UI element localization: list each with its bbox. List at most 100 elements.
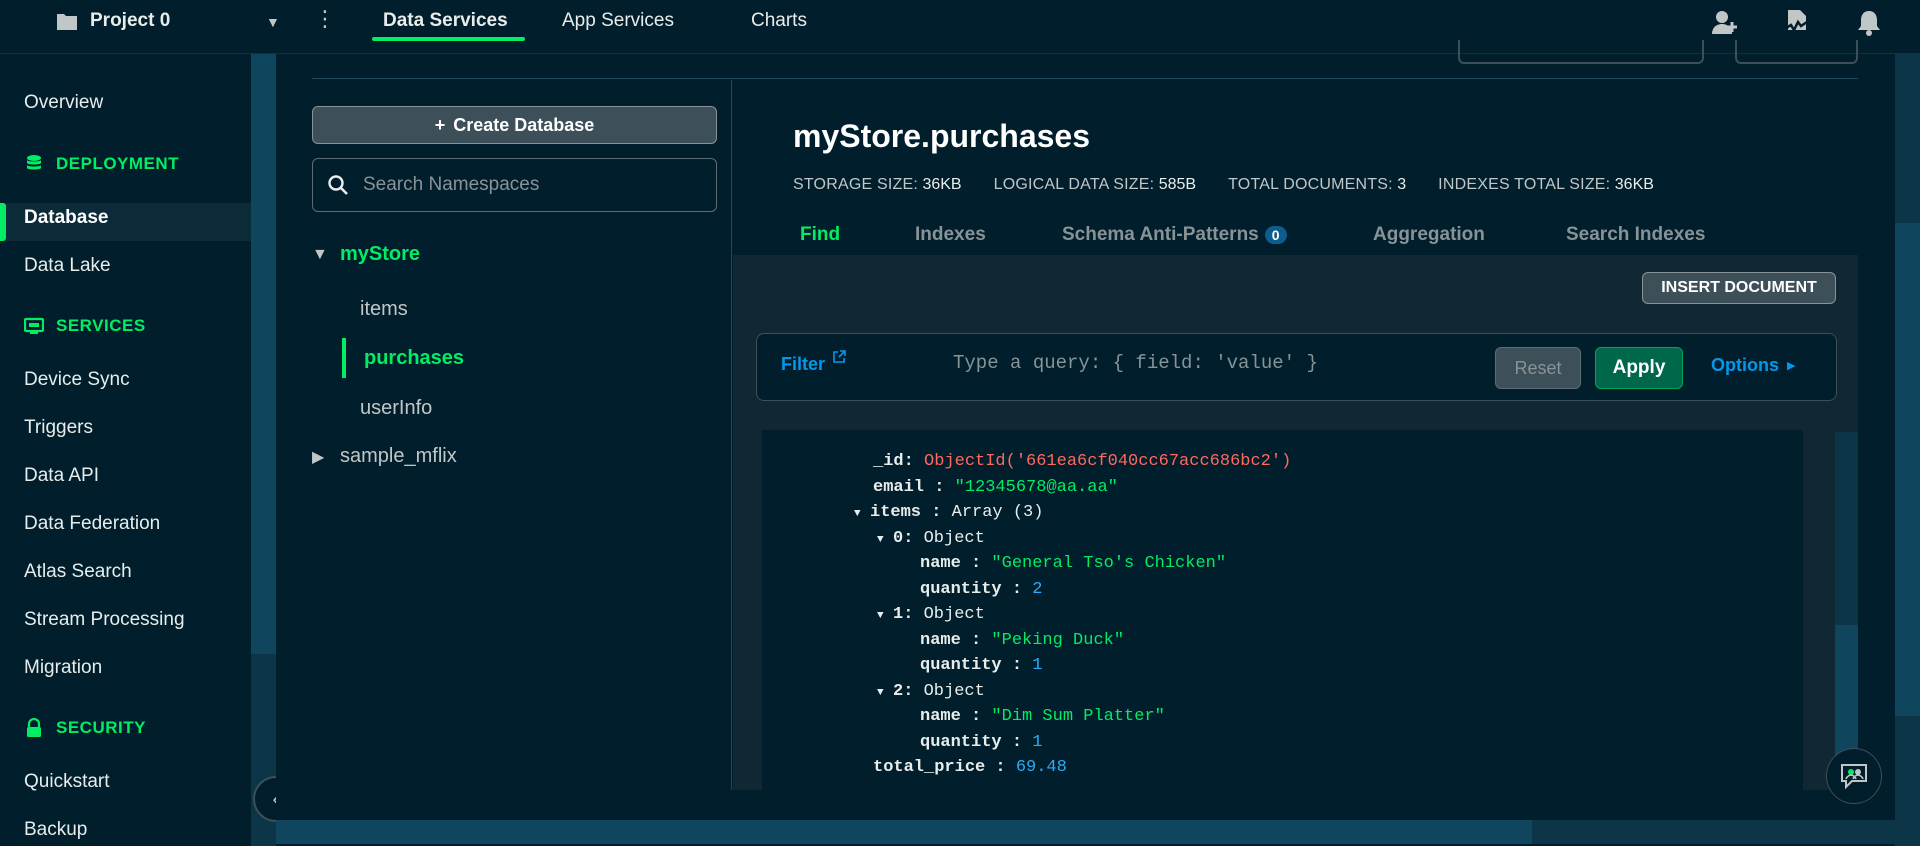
database-icon: [27, 155, 41, 170]
stat-logical: LOGICAL DATA SIZE: 585B: [993, 176, 1197, 193]
divider: [312, 78, 1858, 79]
stat-docs: TOTAL DOCUMENTS: 3: [1228, 176, 1407, 193]
tree-db-mystore[interactable]: ▼ myStore: [312, 243, 420, 266]
array-item-0[interactable]: ▼ 0: Object: [877, 529, 985, 548]
nav-data-api[interactable]: Data API: [24, 465, 99, 487]
plus-icon: +: [434, 114, 446, 135]
more-options-icon[interactable]: ⋮: [314, 8, 336, 30]
tab-indexes[interactable]: Indexes: [915, 224, 986, 246]
page-scrollbar-thumb[interactable]: [1895, 223, 1920, 716]
active-collection-indicator: [342, 338, 346, 378]
array-item-2[interactable]: ▼ 2: Object: [877, 682, 985, 701]
folder-icon: [57, 14, 77, 30]
cut-off-button[interactable]: [1735, 40, 1858, 64]
filter-query-input[interactable]: [953, 352, 1473, 374]
horizontal-scrollbar-thumb[interactable]: [276, 820, 1532, 844]
nav-stream-processing[interactable]: Stream Processing: [24, 609, 185, 631]
caret-down-icon: ▼: [312, 245, 328, 263]
field-name[interactable]: name : "Peking Duck": [920, 631, 1124, 650]
tab-app-services[interactable]: App Services: [562, 10, 674, 32]
cut-off-button[interactable]: [1458, 40, 1704, 64]
nav-quickstart[interactable]: Quickstart: [24, 771, 110, 793]
field-quantity[interactable]: quantity : 2: [920, 580, 1042, 599]
nav-overview[interactable]: Overview: [24, 92, 103, 114]
apply-button[interactable]: Apply: [1595, 347, 1683, 389]
nav-migration[interactable]: Migration: [24, 657, 102, 679]
tree-collection-purchases[interactable]: purchases: [364, 347, 464, 370]
monitor-icon: [24, 317, 44, 334]
services-header: SERVICES: [56, 316, 146, 335]
field-name[interactable]: name : "Dim Sum Platter": [920, 707, 1165, 726]
search-namespaces-input[interactable]: [363, 174, 703, 196]
filter-link[interactable]: Filter: [781, 354, 825, 375]
db-name: sample_mflix: [340, 445, 457, 467]
left-navigation: Overview DEPLOYMENT Database Data Lake S…: [0, 54, 251, 846]
options-button[interactable]: Options ▶: [1711, 355, 1795, 376]
options-label: Options: [1711, 355, 1779, 375]
tab-charts[interactable]: Charts: [751, 10, 807, 32]
tab-find[interactable]: Find: [800, 224, 840, 246]
field-quantity[interactable]: quantity : 1: [920, 656, 1042, 675]
activity-icon[interactable]: [1782, 8, 1812, 38]
tab-data-services[interactable]: Data Services: [383, 10, 508, 32]
deployment-header: DEPLOYMENT: [56, 154, 180, 173]
collection-stats: STORAGE SIZE: 36KB LOGICAL DATA SIZE: 58…: [793, 176, 1654, 194]
tab-schema-label: Schema Anti-Patterns: [1062, 224, 1259, 245]
bell-icon[interactable]: [1854, 8, 1884, 38]
caret-down-icon[interactable]: ▼: [877, 534, 893, 546]
active-tab-indicator: [372, 37, 525, 41]
array-item-1[interactable]: ▼ 1: Object: [877, 605, 985, 624]
nav-section-security: SECURITY: [24, 718, 146, 738]
field-total-price[interactable]: total_price : 69.48: [873, 758, 1067, 777]
external-link-icon[interactable]: [832, 350, 846, 364]
field-email[interactable]: email : "12345678@aa.aa": [873, 478, 1118, 497]
create-database-button[interactable]: + Create Database: [312, 106, 717, 144]
insert-document-button[interactable]: INSERT DOCUMENT: [1642, 272, 1836, 304]
filter-bar: Filter Reset Apply Options ▶: [756, 333, 1837, 401]
collection-title: myStore.purchases: [793, 118, 1091, 154]
schema-count-badge: 0: [1264, 226, 1287, 244]
lock-icon: [27, 718, 41, 737]
tree-collection-items[interactable]: items: [360, 298, 408, 321]
project-selector[interactable]: Project 0: [56, 10, 170, 32]
tree-db-sample-mflix[interactable]: ▶ sample_mflix: [312, 445, 457, 468]
field-items[interactable]: ▼ items : Array (3): [854, 503, 1043, 522]
stat-storage: STORAGE SIZE: 36KB: [793, 176, 962, 193]
caret-right-icon: ▶: [1787, 360, 1796, 372]
tab-search-indexes[interactable]: Search Indexes: [1566, 224, 1705, 246]
chat-support-button[interactable]: [1826, 748, 1882, 804]
search-namespaces-field[interactable]: [312, 158, 717, 212]
nav-device-sync[interactable]: Device Sync: [24, 369, 130, 391]
field-quantity[interactable]: quantity : 1: [920, 733, 1042, 752]
reset-button[interactable]: Reset: [1495, 347, 1581, 389]
nav-triggers[interactable]: Triggers: [24, 417, 93, 439]
nav-backup[interactable]: Backup: [24, 819, 87, 841]
add-user-icon[interactable]: [1710, 8, 1740, 38]
nav-section-services: SERVICES: [24, 316, 146, 336]
document-card: _id: ObjectId('661ea6cf040cc67acc686bc2'…: [762, 430, 1803, 790]
project-name: Project 0: [90, 10, 171, 31]
namespace-panel: + Create Database ▼ myStore items purcha…: [312, 80, 732, 790]
nav-data-federation[interactable]: Data Federation: [24, 513, 160, 535]
nav-data-lake[interactable]: Data Lake: [24, 255, 111, 277]
nav-database[interactable]: Database: [24, 207, 109, 229]
caret-down-icon[interactable]: ▼: [877, 687, 893, 699]
stat-indexes: INDEXES TOTAL SIZE: 36KB: [1438, 176, 1654, 193]
tab-schema-anti-patterns[interactable]: Schema Anti-Patterns 0: [1062, 224, 1287, 246]
chat-icon: [1841, 764, 1867, 790]
field-id[interactable]: _id: ObjectId('661ea6cf040cc67acc686bc2'…: [873, 452, 1291, 471]
caret-down-icon[interactable]: ▼: [877, 610, 893, 622]
search-icon: [328, 175, 348, 195]
nav-section-deployment: DEPLOYMENT: [24, 154, 179, 174]
db-name: myStore: [340, 243, 421, 265]
security-header: SECURITY: [56, 718, 146, 737]
caret-right-icon: ▶: [312, 448, 325, 466]
caret-down-icon[interactable]: ▼: [854, 508, 870, 520]
tree-collection-userinfo[interactable]: userInfo: [360, 397, 432, 420]
field-name[interactable]: name : "General Tso's Chicken": [920, 554, 1226, 573]
chevron-down-icon[interactable]: ▼: [266, 14, 280, 30]
nav-atlas-search[interactable]: Atlas Search: [24, 561, 132, 583]
active-nav-indicator: [0, 203, 6, 241]
tab-aggregation[interactable]: Aggregation: [1373, 224, 1485, 246]
create-database-label: Create Database: [453, 114, 595, 135]
